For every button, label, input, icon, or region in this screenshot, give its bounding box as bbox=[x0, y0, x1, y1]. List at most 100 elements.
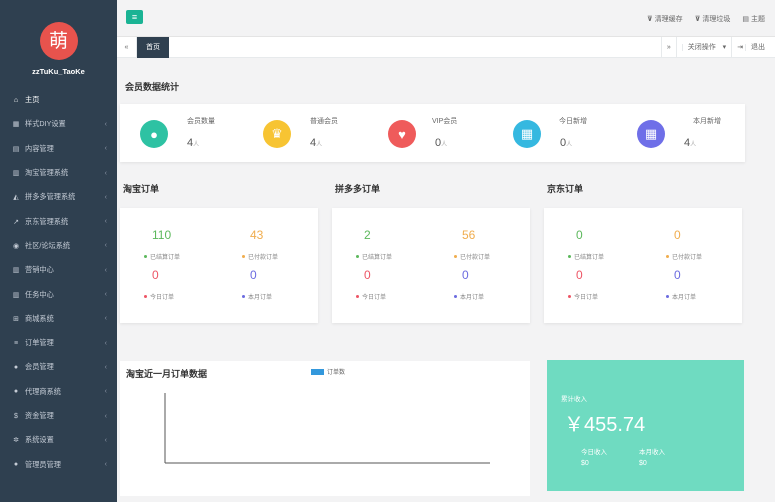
clear-cache-button[interactable]: ⊽ 清理缓存 bbox=[647, 14, 683, 24]
stat-value: 4人 bbox=[684, 137, 697, 149]
sidebar-item-13[interactable]: $ 资金管理 ‹ bbox=[0, 404, 117, 428]
order-card: 110 43 已结算订单 已付款订单 0 0 今日订单 本月订单 bbox=[120, 208, 318, 323]
sidebar-item-3[interactable]: ▥ 淘宝管理系统 ‹ bbox=[0, 161, 117, 185]
members-icon: ● bbox=[140, 120, 168, 148]
chevron-left-icon: ‹ bbox=[104, 315, 107, 323]
paid-orders-value: 56 bbox=[462, 228, 476, 242]
sidebar-item-0[interactable]: ⌂ 主页 bbox=[0, 88, 117, 112]
order-card: 0 0 已结算订单 已付款订单 0 0 今日订单 本月订单 bbox=[544, 208, 742, 323]
today-income-value: $0 bbox=[581, 460, 589, 467]
chart-icon: ▥ bbox=[12, 267, 20, 275]
month-income-label: 本月收入 bbox=[639, 449, 665, 456]
sidebar-item-label: 管理员管理 bbox=[25, 459, 61, 469]
agent-icon: ● bbox=[13, 388, 19, 396]
cart-icon: ⊞ bbox=[13, 315, 19, 323]
tab-home[interactable]: 首页 bbox=[137, 37, 169, 58]
stat-label: 今日新增 bbox=[559, 118, 587, 125]
calendar-check-icon: ▦ bbox=[513, 120, 541, 148]
order-section-title: 京东订单 bbox=[547, 184, 584, 194]
stat-label: 普通会员 bbox=[310, 118, 338, 125]
sidebar-item-10[interactable]: ≡ 订单管理 ‹ bbox=[0, 331, 117, 355]
today-orders-label: 今日订单 bbox=[144, 292, 174, 301]
sidebar-item-9[interactable]: ⊞ 商城系统 ‹ bbox=[0, 307, 117, 331]
stat-label: 本月新增 bbox=[693, 118, 721, 125]
sidebar-item-15[interactable]: ● 管理员管理 ‹ bbox=[0, 452, 117, 476]
trash-icon: ⊽ bbox=[694, 16, 701, 23]
menu-toggle-button[interactable]: ≡ bbox=[126, 10, 143, 24]
sidebar-item-1[interactable]: ▦ 样式DIY设置 ‹ bbox=[0, 112, 117, 136]
member-stats-title: 会员数据统计 bbox=[125, 82, 180, 92]
stat-0: ● 会员数量 4人 bbox=[120, 104, 245, 162]
close-ops-dropdown[interactable]: 关闭操作 ▾ bbox=[675, 37, 731, 58]
tab-bar: « 首页 » 关闭操作 ▾ ⇥ 退出 bbox=[117, 37, 775, 58]
username[interactable]: zzTuKu_TaoKe bbox=[0, 67, 117, 76]
paid-orders-label: 已付款订单 bbox=[666, 252, 702, 261]
chart-plot bbox=[164, 393, 490, 464]
list-icon: ≡ bbox=[13, 339, 19, 347]
sidebar-item-4[interactable]: ◭ 拼多多管理系统 ‹ bbox=[0, 185, 117, 209]
avatar[interactable]: 萌 bbox=[39, 22, 78, 60]
month-orders-label: 本月订单 bbox=[666, 292, 696, 301]
chevron-left-icon: ‹ bbox=[104, 266, 107, 274]
tab-scroll-right-button[interactable]: » bbox=[660, 37, 676, 58]
stat-4: ▦ 本月新增 4人 bbox=[617, 104, 742, 162]
stat-value: 4人 bbox=[187, 137, 200, 149]
sidebar-item-label: 社区/论坛系统 bbox=[25, 240, 71, 250]
order-section-title: 拼多多订单 bbox=[335, 184, 381, 194]
sidebar-item-label: 订单管理 bbox=[25, 338, 54, 348]
sidebar-item-12[interactable]: ● 代理商系统 ‹ bbox=[0, 380, 117, 404]
tab-scroll-left-button[interactable]: « bbox=[117, 37, 137, 58]
month-income-value: $0 bbox=[639, 460, 647, 467]
theme-icon: ▤ bbox=[742, 16, 749, 23]
paid-orders-value: 43 bbox=[250, 228, 264, 242]
clear-trash-button[interactable]: ⊽ 清理垃圾 bbox=[695, 14, 731, 24]
file-icon: ▤ bbox=[12, 145, 20, 153]
sidebar-item-label: 系统设置 bbox=[25, 435, 54, 445]
sidebar-item-6[interactable]: ◉ 社区/论坛系统 ‹ bbox=[0, 234, 117, 258]
sidebar: 萌 zzTuKu_TaoKe ⌂ 主页 ▦ 样式DIY设置 ‹ ▤ 内容管理 ‹ ▥ 淘宝管理系统… bbox=[0, 0, 117, 502]
month-orders-value: 0 bbox=[250, 268, 257, 282]
main-content: 会员数据统计 ● 会员数量 4人 ♛ 普通会员 4人 ♥ VIP会员 0人 ▦ 今日新增 0人 ▦ 本月新… bbox=[117, 58, 775, 502]
stat-label: 会员数量 bbox=[187, 118, 215, 125]
today-income-label: 今日收入 bbox=[581, 449, 607, 456]
total-income-value: ￥455.74 bbox=[564, 414, 646, 436]
logout-button[interactable]: ⇥ 退出 bbox=[731, 37, 775, 58]
sidebar-profile: 萌 zzTuKu_TaoKe bbox=[0, 0, 117, 88]
sidebar-item-label: 代理商系统 bbox=[25, 386, 61, 396]
chevron-left-icon: ‹ bbox=[104, 145, 107, 153]
sidebar-item-label: 任务中心 bbox=[25, 289, 54, 299]
chevron-left-icon: ‹ bbox=[104, 436, 107, 444]
settled-orders-value: 110 bbox=[152, 228, 172, 242]
topbar: ≡ ⊽ 清理缓存 ⊽ 清理垃圾 ▤ 主题 bbox=[117, 0, 775, 37]
sidebar-item-label: 淘宝管理系统 bbox=[25, 168, 69, 178]
chevron-left-icon: ‹ bbox=[104, 242, 107, 250]
crown-icon: ♛ bbox=[263, 120, 291, 148]
sidebar-item-2[interactable]: ▤ 内容管理 ‹ bbox=[0, 137, 117, 161]
sidebar-item-8[interactable]: ▥ 任务中心 ‹ bbox=[0, 282, 117, 306]
stat-value: 0人 bbox=[435, 137, 448, 149]
settled-orders-label: 已结算订单 bbox=[144, 252, 180, 261]
stat-2: ♥ VIP会员 0人 bbox=[368, 104, 493, 162]
total-income-label: 累计收入 bbox=[561, 396, 587, 403]
heart-icon: ♥ bbox=[388, 120, 416, 148]
month-orders-label: 本月订单 bbox=[242, 292, 272, 301]
chevron-left-icon: ‹ bbox=[104, 412, 107, 420]
stat-label: VIP会员 bbox=[432, 118, 458, 125]
sidebar-item-label: 内容管理 bbox=[25, 143, 54, 153]
sidebar-item-5[interactable]: ↗ 京东管理系统 ‹ bbox=[0, 209, 117, 233]
settled-orders-value: 0 bbox=[576, 228, 583, 242]
order-card: 2 56 已结算订单 已付款订单 0 0 今日订单 本月订单 bbox=[332, 208, 530, 323]
sidebar-item-7[interactable]: ▥ 营销中心 ‹ bbox=[0, 258, 117, 282]
sidebar-item-14[interactable]: ✲ 系统设置 ‹ bbox=[0, 428, 117, 452]
chevron-left-icon: ‹ bbox=[104, 169, 107, 177]
today-orders-value: 0 bbox=[364, 268, 371, 282]
order-chart-card: 淘宝近一月订单数据 订单数 bbox=[120, 361, 530, 496]
line-chart-icon: ↗ bbox=[13, 218, 19, 226]
sidebar-menu: ⌂ 主页 ▦ 样式DIY设置 ‹ ▤ 内容管理 ‹ ▥ 淘宝管理系统 ‹ ◭ 拼多多管理系统 ‹ ↗ 京东管理… bbox=[0, 88, 117, 477]
month-orders-value: 0 bbox=[674, 268, 681, 282]
admin-icon: ● bbox=[13, 461, 19, 469]
sidebar-item-11[interactable]: ● 会员管理 ‹ bbox=[0, 355, 117, 379]
theme-button[interactable]: ▤ 主题 bbox=[742, 14, 765, 24]
gear-icon: ✲ bbox=[13, 437, 19, 445]
sidebar-item-label: 拼多多管理系统 bbox=[25, 192, 76, 202]
